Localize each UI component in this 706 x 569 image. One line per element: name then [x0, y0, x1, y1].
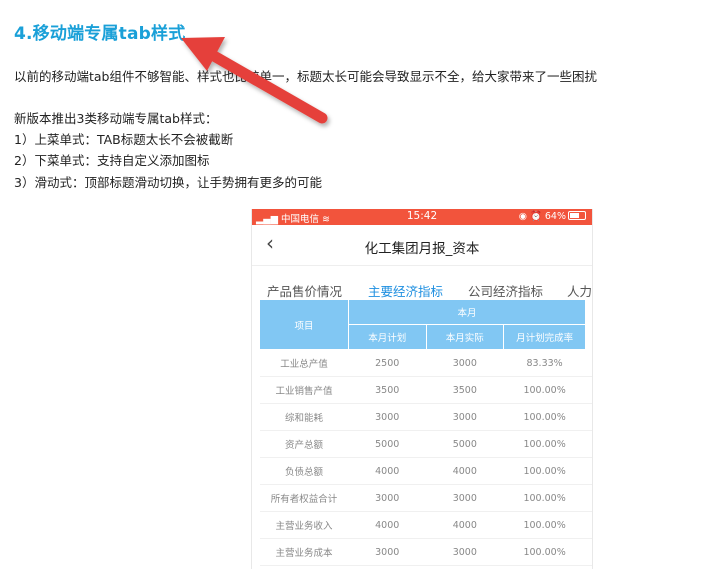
table-cell: 100.00% [504, 431, 586, 458]
table-row: 综和能耗30003000100.00% [260, 404, 593, 431]
table-cell: 3000 [348, 404, 426, 431]
table-row: 资产总额50005000100.00% [260, 431, 593, 458]
header-item: 项目 [260, 300, 349, 350]
table-cell: 4000 [348, 512, 426, 539]
header-month: 本月 [348, 300, 585, 325]
intro-text: 以前的移动端tab组件不够智能、样式也比较单一，标题太长可能会导致显示不全，给大… [14, 66, 597, 85]
battery-icon [568, 211, 586, 220]
table-row: 主营业务收入40004000100.00% [260, 512, 593, 539]
header-plan: 本月计划 [348, 325, 426, 350]
table-cell: 100.00% [504, 458, 586, 485]
table-cell: 3000 [426, 539, 504, 566]
section-heading: 4.移动端专属tab样式 [14, 19, 185, 44]
table-cell: 4000 [426, 512, 504, 539]
table-cell: 3000 [348, 539, 426, 566]
list-item-1: 1）上菜单式：TAB标题太长不会被截断 [14, 129, 233, 148]
list-title: 新版本推出3类移动端专属tab样式： [14, 108, 217, 127]
header-actual: 本月实际 [426, 325, 504, 350]
row-label: 工业总产值 [260, 350, 349, 377]
table-cell: 100.00% [504, 512, 586, 539]
table-cell: 5000 [348, 431, 426, 458]
table-cell: 4000 [426, 566, 504, 569]
row-label: 负债总额 [260, 458, 349, 485]
row-label: 主营业务成本 [260, 539, 349, 566]
tab-hr[interactable]: 人力 [567, 281, 592, 300]
row-label: 所有者权益合计 [260, 485, 349, 512]
table-cell: 4000 [426, 458, 504, 485]
table-row: 负债总额40004000100.00% [260, 458, 593, 485]
battery-indicator: ◉ ⏰ 64% [519, 211, 586, 222]
table-row: 工业销售产值35003500100.00% [260, 377, 593, 404]
table-cell: 100.00% [504, 404, 586, 431]
status-bar: ▂▄▆ 中国电信 ≋ 15:42 ◉ ⏰ 64% [252, 209, 592, 225]
table-cell: 3500 [348, 377, 426, 404]
page-title: 化工集团月报_资本 [252, 237, 592, 257]
table-cell: 3000 [426, 350, 504, 377]
list-item-3: 3）滑动式：顶部标题滑动切换，让手势拥有更多的可能 [14, 172, 322, 191]
row-label: 资产总额 [260, 431, 349, 458]
nav-bar: ‹ 化工集团月报_资本 [252, 225, 592, 266]
table-row: 主营业务成本30003000100.00% [260, 539, 593, 566]
row-label: 综和能耗 [260, 404, 349, 431]
table-cell: 3500 [426, 377, 504, 404]
table-cell: 4000 [348, 566, 426, 569]
header-rate: 月计划完成率 [504, 325, 586, 350]
table-cell: 4000 [348, 458, 426, 485]
table-row: 所有者权益合计30003000100.00% [260, 485, 593, 512]
table-row: 销售费用40004000100.00% [260, 566, 593, 569]
row-label: 工业销售产值 [260, 377, 349, 404]
data-table: 项目 本月 本月计划 本月实际 月计划完成率 工业总产值2500300083.3… [259, 299, 592, 569]
table-cell: 100.00% [504, 377, 586, 404]
table-cell: 3000 [426, 404, 504, 431]
row-label: 主营业务收入 [260, 512, 349, 539]
list-item-2: 2）下菜单式：支持自定义添加图标 [14, 150, 209, 169]
table-cell: 3000 [348, 485, 426, 512]
phone-screenshot: ▂▄▆ 中国电信 ≋ 15:42 ◉ ⏰ 64% ‹ 化工集团月报_资本 产品售… [251, 209, 593, 569]
tab-product-price[interactable]: 产品售价情况 [267, 281, 342, 300]
table-cell: 5000 [426, 431, 504, 458]
tab-main-indicators[interactable]: 主要经济指标 [368, 281, 443, 300]
table-cell: 83.33% [504, 350, 586, 377]
tab-company-indicators[interactable]: 公司经济指标 [468, 281, 543, 300]
table-cell: 100.00% [504, 566, 586, 569]
table-cell: 100.00% [504, 485, 586, 512]
table-cell: 2500 [348, 350, 426, 377]
table-row: 工业总产值2500300083.33% [260, 350, 593, 377]
row-label: 销售费用 [260, 566, 349, 569]
table-cell: 100.00% [504, 539, 586, 566]
table-cell: 3000 [426, 485, 504, 512]
